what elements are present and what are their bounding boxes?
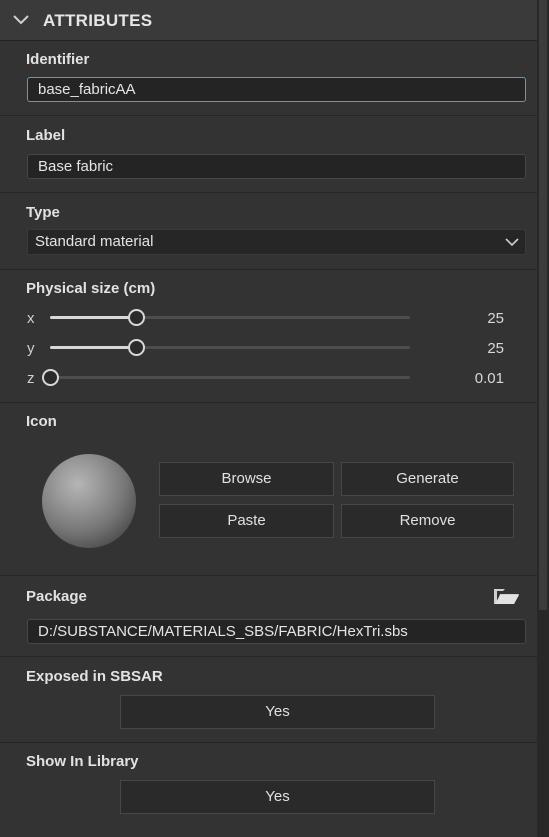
package-path-input[interactable]: D:/SUBSTANCE/MATERIALS_SBS/FABRIC/HexTri… (27, 619, 526, 644)
slider-z-value: 0.01 (474, 370, 504, 387)
identifier-input[interactable]: base_fabricAA (27, 77, 526, 102)
sphere-preview (42, 454, 136, 548)
slider-z[interactable] (42, 369, 410, 386)
slider-y-value: 25 (487, 340, 504, 357)
paste-button[interactable]: Paste (159, 504, 334, 538)
package-section: Package D:/SUBSTANCE/MATERIALS_SBS/FABRI… (0, 576, 537, 657)
exposed-label: Exposed in SBSAR (26, 668, 163, 685)
physical-size-section: Physical size (cm) x 25 y 25 z 0.01 (0, 270, 537, 403)
attributes-header[interactable]: ATTRIBUTES (0, 0, 537, 41)
chevron-down-icon[interactable] (505, 237, 519, 247)
label-field-label: Label (26, 127, 66, 144)
browse-button[interactable]: Browse (159, 462, 334, 496)
slider-x-fill (50, 316, 136, 319)
show-in-library-toggle-button[interactable]: Yes (120, 780, 435, 814)
slider-y-knob[interactable] (128, 339, 145, 356)
folder-open-icon[interactable] (493, 586, 520, 606)
slider-y-fill (50, 346, 136, 349)
generate-button[interactable]: Generate (341, 462, 514, 496)
axis-z-label: z (27, 370, 35, 387)
label-section: Label Base fabric (0, 116, 537, 193)
type-select[interactable]: Standard material (27, 229, 526, 255)
attributes-panel: ATTRIBUTES Identifier base_fabricAA Labe… (0, 0, 538, 837)
remove-button[interactable]: Remove (341, 504, 514, 538)
identifier-section: Identifier base_fabricAA (0, 40, 537, 116)
slider-y[interactable] (50, 339, 410, 356)
slider-x-value: 25 (487, 310, 504, 327)
exposed-toggle-button[interactable]: Yes (120, 695, 435, 729)
icon-label: Icon (26, 413, 57, 430)
slider-x-knob[interactable] (128, 309, 145, 326)
chevron-down-icon[interactable] (12, 12, 30, 28)
type-label: Type (26, 204, 60, 221)
scrollbar-thumb[interactable] (539, 0, 547, 610)
show-in-library-label: Show In Library (26, 753, 139, 770)
package-label: Package (26, 588, 87, 605)
type-selected-value: Standard material (35, 233, 154, 250)
axis-y-label: y (27, 340, 35, 357)
slider-z-knob[interactable] (42, 369, 59, 386)
slider-x[interactable] (50, 309, 410, 326)
label-input[interactable]: Base fabric (27, 154, 526, 179)
type-section: Type Standard material (0, 193, 537, 270)
identifier-label: Identifier (26, 51, 90, 68)
axis-x-label: x (27, 310, 35, 327)
panel-title: ATTRIBUTES (43, 11, 153, 30)
physical-size-label: Physical size (cm) (26, 280, 156, 297)
